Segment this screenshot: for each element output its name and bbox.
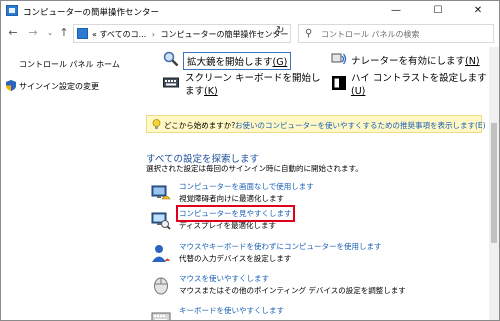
- refresh-icon[interactable]: ↻: [276, 25, 284, 36]
- make-easier-to-see-description: ディスプレイを最適化します: [179, 221, 276, 230]
- use-without-display-link[interactable]: コンピューターを画面なしで使用します: [179, 181, 314, 192]
- display-magnifier-icon: [151, 212, 171, 230]
- up-arrow-icon[interactable]: ↑: [57, 26, 71, 40]
- magnifier-access-key: (G): [272, 57, 288, 68]
- forward-arrow-icon[interactable]: →: [26, 26, 40, 40]
- on-screen-keyboard-icon: [163, 77, 179, 88]
- close-button[interactable]: ✕: [457, 1, 499, 21]
- maximize-button[interactable]: ☐: [417, 1, 459, 21]
- monitor-person-icon: [151, 185, 171, 200]
- control-panel-app-icon: [6, 5, 18, 16]
- hint-question: どこから始めますか?: [164, 121, 236, 130]
- use-without-mouse-or-keyboard-link[interactable]: マウスやキーボードを使わずにコンピューターを使用します: [179, 241, 382, 252]
- start-on-screen-keyboard-button[interactable]: スクリーン キーボードを開始し ます(K): [185, 72, 321, 98]
- recommendation-banner: どこから始めますか? お使いのコンピューターを使いやすくするための推奨事項を表示…: [146, 115, 486, 133]
- osk-label-line2: ます: [185, 86, 205, 97]
- breadcrumb-overflow[interactable]: «: [92, 30, 97, 39]
- list-item-use-without-display: コンピューターを画面なしで使用します 視覚障碍者向けに最適化します: [151, 181, 481, 205]
- contrast-label: ハイ コントラストを設定します: [351, 73, 487, 84]
- control-panel-icon: [77, 28, 88, 39]
- search-input[interactable]: ⚲ コントロール パネルの検索: [298, 24, 494, 43]
- control-panel-window: コンピューターの簡単操作センター — ☐ ✕ ← → ⌄ ↑ « すべてのコ..…: [0, 0, 500, 321]
- navigation-bar: ← → ⌄ ↑ « すべてのコ... › コンピューターの簡単操作センター ⌄ …: [1, 21, 499, 47]
- lightbulb-icon: [152, 119, 161, 129]
- signin-settings-link[interactable]: サインイン設定の変更: [19, 81, 99, 92]
- list-item-use-without-mouse-keyboard: マウスやキーボードを使わずにコンピューターを使用します 代替の入力デバイスを設定…: [151, 241, 481, 265]
- osk-label-line1: スクリーン キーボードを開始し: [185, 73, 321, 84]
- start-magnifier-button[interactable]: 拡大鏡を開始します(G): [183, 52, 292, 70]
- control-panel-home-link[interactable]: コントロール パネル ホーム: [19, 59, 120, 70]
- recommendations-link[interactable]: お使いのコンピューターを使いやすくするための推奨事項を表示します(E): [235, 120, 486, 131]
- breadcrumb-all-items[interactable]: すべてのコ...: [99, 30, 146, 39]
- search-icon: ⚲: [305, 28, 313, 39]
- narrator-icon: [331, 53, 347, 65]
- breadcrumb-ease-of-access[interactable]: コンピューターの簡単操作センター: [161, 30, 289, 39]
- main-content: 拡大鏡を開始します(G) ナレーターを有効にします(N) スクリーン キーボード…: [141, 47, 489, 320]
- keyboard-icon: [151, 312, 171, 320]
- recent-locations-chevron-icon[interactable]: ⌄: [43, 26, 57, 40]
- breadcrumb: « すべてのコ... › コンピューターの簡単操作センター: [92, 29, 289, 40]
- make-mouse-easier-link[interactable]: マウスを使いやすくします: [179, 273, 269, 284]
- magnifier-label: 拡大鏡を開始します: [187, 57, 273, 68]
- uac-shield-icon: [6, 80, 16, 91]
- high-contrast-icon: [332, 76, 346, 90]
- title-bar[interactable]: コンピューターの簡単操作センター — ☐ ✕: [1, 1, 499, 21]
- set-up-high-contrast-button[interactable]: ハイ コントラストを設定します (U): [351, 72, 487, 98]
- turn-on-narrator-button[interactable]: ナレーターを有効にします(N): [351, 53, 480, 67]
- user-devices-icon: [152, 245, 170, 262]
- mouse-icon: [154, 277, 168, 295]
- address-bar[interactable]: « すべてのコ... › コンピューターの簡単操作センター ⌄: [73, 24, 291, 43]
- scrollbar-thumb[interactable]: [491, 123, 497, 243]
- search-placeholder: コントロール パネルの検索: [321, 30, 420, 39]
- explore-settings-subtitle: 選択された設定は毎回のサインイン時に自動的に開始されます。: [146, 164, 363, 173]
- contrast-access-key: (U): [351, 86, 366, 97]
- osk-access-key: (K): [204, 86, 218, 97]
- minimize-button[interactable]: —: [375, 1, 417, 21]
- magnifier-icon: [163, 51, 179, 67]
- make-mouse-easier-description: マウスまたはその他のポインティング デバイスの設定を調整します: [179, 286, 406, 295]
- vertical-scrollbar[interactable]: [489, 47, 499, 320]
- list-item-make-mouse-easier: マウスを使いやすくします マウスまたはその他のポインティング デバイスの設定を調…: [151, 273, 481, 297]
- list-item-make-keyboard-easier: キーボードを使いやすくします: [151, 305, 481, 320]
- make-computer-easier-to-see-link[interactable]: コンピューターを見やすくします: [176, 205, 295, 222]
- make-keyboard-easier-link[interactable]: キーボードを使いやすくします: [179, 305, 284, 316]
- window-title: コンピューターの簡単操作センター: [23, 8, 160, 18]
- left-pane: コントロール パネル ホーム サインイン設定の変更: [1, 47, 141, 320]
- narrator-access-key: (N): [465, 56, 480, 67]
- list-item-make-easier-to-see: コンピューターを見やすくします ディスプレイを最適化します: [151, 205, 481, 232]
- back-arrow-icon[interactable]: ←: [6, 26, 20, 40]
- use-without-mouse-or-keyboard-description: 代替の入力デバイスを設定します: [179, 254, 292, 263]
- use-without-display-description: 視覚障碍者向けに最適化します: [179, 194, 284, 203]
- breadcrumb-separator-icon[interactable]: ›: [152, 30, 155, 39]
- narrator-label: ナレーターを有効にします: [351, 56, 466, 67]
